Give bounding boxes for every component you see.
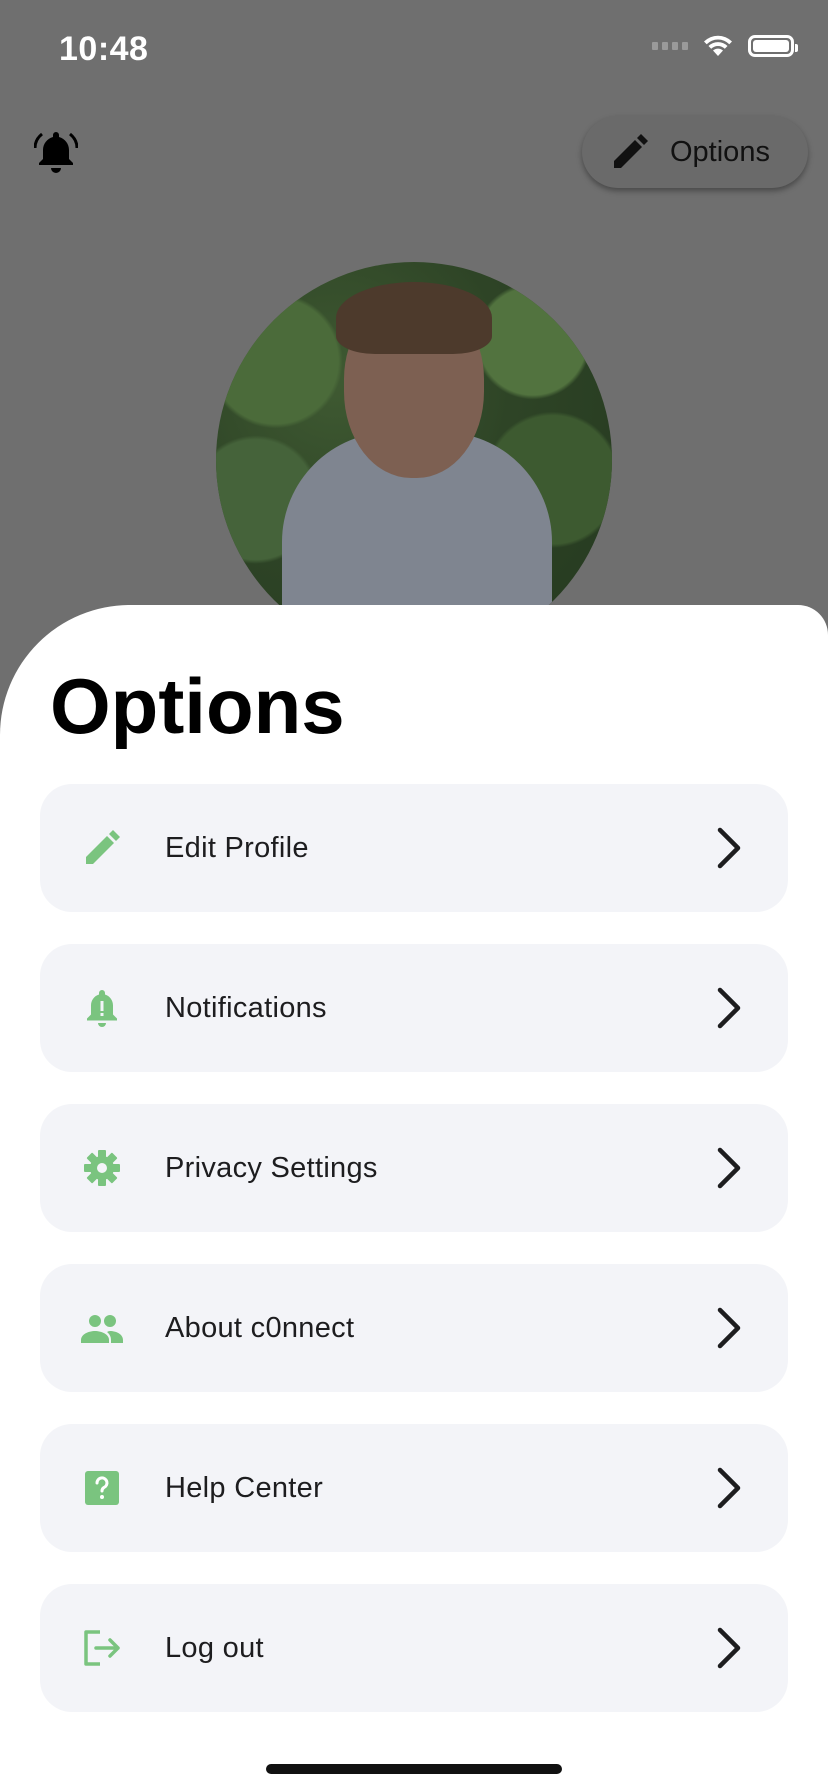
menu-item-help-center[interactable]: Help Center bbox=[40, 1424, 788, 1552]
chevron-right-icon bbox=[717, 1467, 741, 1509]
cellular-signal-icon bbox=[652, 42, 688, 50]
pencil-icon bbox=[86, 830, 120, 864]
menu-item-label: Help Center bbox=[165, 1471, 324, 1504]
chevron-right-icon bbox=[717, 1147, 741, 1189]
menu-item-label: Edit Profile bbox=[165, 831, 309, 864]
chevron-right-icon bbox=[717, 1627, 741, 1669]
menu-item-label: About c0nnect bbox=[165, 1311, 355, 1344]
help-icon bbox=[85, 1471, 119, 1505]
home-indicator[interactable] bbox=[266, 1764, 562, 1774]
menu-item-log-out[interactable]: Log out bbox=[40, 1584, 788, 1712]
menu-item-privacy-settings[interactable]: Privacy Settings bbox=[40, 1104, 788, 1232]
status-bar: 10:48 bbox=[0, 0, 828, 100]
menu-item-label: Privacy Settings bbox=[165, 1151, 378, 1184]
chevron-right-icon bbox=[717, 987, 741, 1029]
options-button[interactable]: Options bbox=[582, 116, 808, 188]
menu-item-edit-profile[interactable]: Edit Profile bbox=[40, 784, 788, 912]
options-sheet: Options Edit Profile Notifications Priva… bbox=[0, 605, 828, 1792]
people-icon bbox=[81, 1315, 123, 1343]
chevron-right-icon bbox=[717, 827, 741, 869]
notifications-bell-icon[interactable] bbox=[34, 128, 78, 176]
wifi-icon bbox=[704, 35, 732, 56]
sheet-title: Options bbox=[50, 662, 345, 750]
options-button-label: Options bbox=[670, 135, 770, 168]
menu-item-label: Log out bbox=[165, 1631, 264, 1664]
profile-avatar bbox=[216, 262, 612, 658]
menu-item-label: Notifications bbox=[165, 991, 327, 1024]
logout-icon bbox=[84, 1630, 120, 1666]
gear-icon bbox=[84, 1150, 120, 1186]
chevron-right-icon bbox=[717, 1307, 741, 1349]
bell-icon bbox=[87, 990, 117, 1027]
battery-icon bbox=[748, 35, 798, 57]
status-icons bbox=[652, 34, 798, 58]
menu-item-about[interactable]: About c0nnect bbox=[40, 1264, 788, 1392]
pencil-icon bbox=[614, 134, 648, 168]
status-time: 10:48 bbox=[59, 30, 149, 68]
menu-item-notifications[interactable]: Notifications bbox=[40, 944, 788, 1072]
